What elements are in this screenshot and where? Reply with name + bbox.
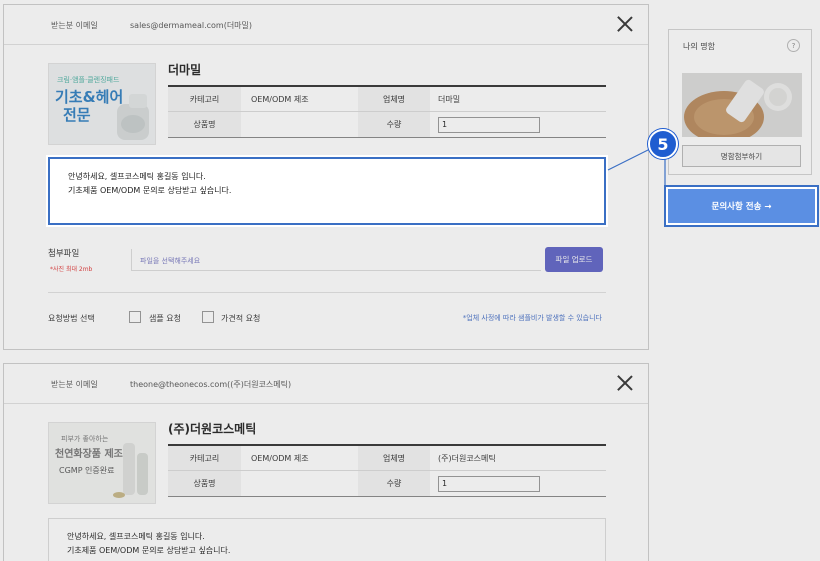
- message-line: 기초제품 OEM/ODM 문의로 상담받고 싶습니다.: [67, 546, 231, 555]
- company-value: (주)더원코스메틱: [438, 453, 496, 463]
- business-card-art: [682, 73, 802, 137]
- quote-request-checkbox[interactable]: [202, 311, 214, 323]
- quantity-input[interactable]: [438, 116, 540, 133]
- product-value: [241, 471, 358, 496]
- company-label: 업체명: [358, 87, 430, 111]
- category-label: 카테고리: [168, 87, 241, 111]
- step-badge: 5: [648, 129, 678, 159]
- attachment-note: *사진 최대 2mb: [50, 266, 93, 273]
- attachment-label: 첨부파일: [48, 249, 80, 259]
- company-name: (주)더원코스메틱: [168, 422, 257, 436]
- product-image: 피부가 좋아하는 천연화장품 제조 CGMP 인증완료: [48, 422, 156, 504]
- quantity-input[interactable]: [438, 475, 540, 492]
- quantity-cell: [430, 471, 606, 496]
- message-line: 안녕하세요, 셀프코스메틱 홍길동 입니다.: [68, 172, 206, 181]
- quantity-cell: [430, 112, 606, 137]
- card-header: 받는분 이메일 sales@dermameal.com(더마밀): [4, 5, 648, 45]
- request-note: *업체 사정에 따라 샘플비가 발생할 수 있습니다: [462, 314, 602, 322]
- message-line: 안녕하세요, 셀프코스메틱 홍길동 입니다.: [67, 532, 205, 541]
- svg-text:CGMP 인증완료: CGMP 인증완료: [59, 465, 115, 475]
- business-card-title: 나의 명함: [683, 42, 715, 51]
- product-label: 상품명: [168, 471, 241, 496]
- product-value: [241, 112, 358, 137]
- send-button-highlight: 문의사항 전송 →: [664, 185, 819, 227]
- attach-business-card-button[interactable]: 명함첨부하기: [682, 145, 801, 167]
- quantity-label: 수량: [358, 112, 430, 137]
- request-method-label: 요청방법 선택: [48, 314, 95, 323]
- table-row: 카테고리 OEM/ODM 제조 업체명 (주)더원코스메틱: [168, 446, 606, 471]
- inquiry-card: 받는분 이메일 sales@dermameal.com(더마밀) 크림·앰플·클…: [3, 4, 649, 350]
- upload-button[interactable]: 파일 업로드: [545, 247, 603, 272]
- svg-text:전문: 전문: [63, 106, 91, 124]
- product-image-art: 피부가 좋아하는 천연화장품 제조 CGMP 인증완료: [49, 423, 155, 503]
- svg-text:피부가 좋아하는: 피부가 좋아하는: [61, 434, 109, 443]
- product-image-art: 크림·앰플·클렌징패드 기초&헤어 전문: [49, 64, 155, 144]
- recipient-email: sales@dermameal.com(더마밀): [130, 21, 253, 30]
- company-label: 업체명: [358, 446, 430, 470]
- product-label: 상품명: [168, 112, 241, 137]
- divider: [48, 292, 606, 293]
- message-line: 기초제품 OEM/ODM 문의로 상담받고 싶습니다.: [68, 186, 232, 195]
- help-icon[interactable]: ?: [787, 39, 800, 52]
- quantity-label: 수량: [358, 471, 430, 496]
- close-icon[interactable]: [617, 16, 633, 32]
- table-row: 상품명 수량: [168, 471, 606, 496]
- product-image: 크림·앰플·클렌징패드 기초&헤어 전문: [48, 63, 156, 145]
- category-label: 카테고리: [168, 446, 241, 470]
- product-info-table: 카테고리 OEM/ODM 제조 업체명 (주)더원코스메틱 상품명 수량: [168, 444, 606, 497]
- product-info-table: 카테고리 OEM/ODM 제조 업체명 더마밀 상품명 수량: [168, 85, 606, 138]
- svg-text:천연화장품 제조: 천연화장품 제조: [55, 447, 123, 460]
- table-row: 상품명 수량: [168, 112, 606, 137]
- category-value: OEM/ODM 제조: [251, 453, 309, 463]
- recipient-label: 받는분 이메일: [51, 380, 98, 389]
- recipient-label: 받는분 이메일: [51, 21, 98, 30]
- business-card-image: [682, 73, 802, 137]
- inquiry-card: 받는분 이메일 theone@theonecos.com((주)더원코스메틱) …: [3, 363, 649, 561]
- send-inquiry-button[interactable]: 문의사항 전송 →: [668, 189, 815, 223]
- sample-request-checkbox[interactable]: [129, 311, 141, 323]
- card-header: 받는분 이메일 theone@theonecos.com((주)더원코스메틱): [4, 364, 648, 404]
- recipient-email: theone@theonecos.com((주)더원코스메틱): [130, 380, 292, 389]
- table-row: 카테고리 OEM/ODM 제조 업체명 더마밀: [168, 87, 606, 112]
- message-textarea[interactable]: 안녕하세요, 셀프코스메틱 홍길동 입니다. 기초제품 OEM/ODM 문의로 …: [48, 157, 606, 225]
- company-name: 더마밀: [168, 63, 202, 77]
- message-textarea[interactable]: 안녕하세요, 셀프코스메틱 홍길동 입니다. 기초제품 OEM/ODM 문의로 …: [48, 518, 606, 561]
- sample-request-label[interactable]: 샘플 요청: [149, 313, 181, 324]
- company-value: 더마밀: [438, 94, 461, 104]
- close-icon[interactable]: [617, 375, 633, 391]
- business-card-panel: 나의 명함 ? 명함첨부하기: [668, 29, 812, 175]
- file-input[interactable]: 파일을 선택해주세요: [131, 249, 541, 271]
- svg-text:크림·앰플·클렌징패드: 크림·앰플·클렌징패드: [57, 75, 120, 84]
- svg-text:기초&헤어: 기초&헤어: [55, 88, 123, 106]
- quote-request-label[interactable]: 가견적 요청: [221, 313, 260, 324]
- category-value: OEM/ODM 제조: [251, 94, 309, 104]
